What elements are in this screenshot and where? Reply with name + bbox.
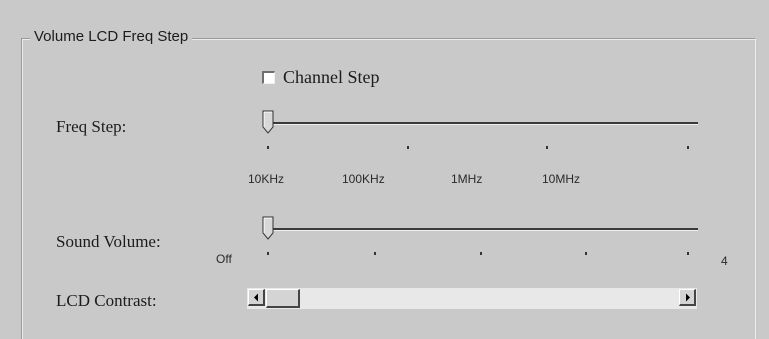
sound-volume-track — [270, 228, 698, 231]
sound-volume-max-label: 4 — [721, 254, 728, 268]
freq-step-thumb[interactable] — [262, 110, 274, 134]
freq-step-slider[interactable] — [262, 106, 702, 156]
freq-step-tick-label: 10MHz — [542, 172, 581, 186]
scroll-right-button[interactable] — [679, 289, 696, 306]
freq-step-tick — [407, 146, 409, 149]
sound-volume-tick — [480, 252, 482, 255]
freq-step-label: Freq Step: — [56, 117, 127, 136]
freq-step-tick — [687, 146, 689, 149]
scroll-left-button[interactable] — [248, 289, 265, 306]
channel-step-label: Channel Step — [283, 67, 380, 87]
freq-step-tick-label: 100KHz — [342, 172, 385, 186]
sound-volume-label: Sound Volume: — [56, 232, 161, 251]
freq-step-tick — [267, 146, 269, 149]
lcd-contrast-scrollbar[interactable] — [247, 288, 697, 309]
sound-volume-slider[interactable] — [262, 212, 702, 262]
sound-volume-tick — [687, 252, 689, 255]
freq-step-tick — [546, 146, 548, 149]
channel-step-checkbox-row[interactable]: Channel Step — [262, 66, 380, 88]
sound-volume-tick — [267, 252, 269, 255]
lcd-contrast-label: LCD Contrast: — [56, 291, 157, 310]
sound-volume-thumb[interactable] — [262, 216, 274, 240]
freq-step-tick-label: 1MHz — [451, 172, 483, 186]
checkbox-icon[interactable] — [262, 70, 275, 84]
triangle-left-icon — [254, 293, 258, 302]
freq-step-track — [270, 122, 698, 125]
sound-volume-tick — [585, 252, 587, 255]
sound-volume-min-label: Off — [216, 252, 232, 266]
freq-step-tick-label: 10KHz — [248, 172, 285, 186]
triangle-right-icon — [686, 293, 690, 302]
scroll-thumb[interactable] — [266, 289, 300, 308]
groupbox-title: Volume LCD Freq Step — [30, 28, 193, 46]
sound-volume-tick — [374, 252, 376, 255]
